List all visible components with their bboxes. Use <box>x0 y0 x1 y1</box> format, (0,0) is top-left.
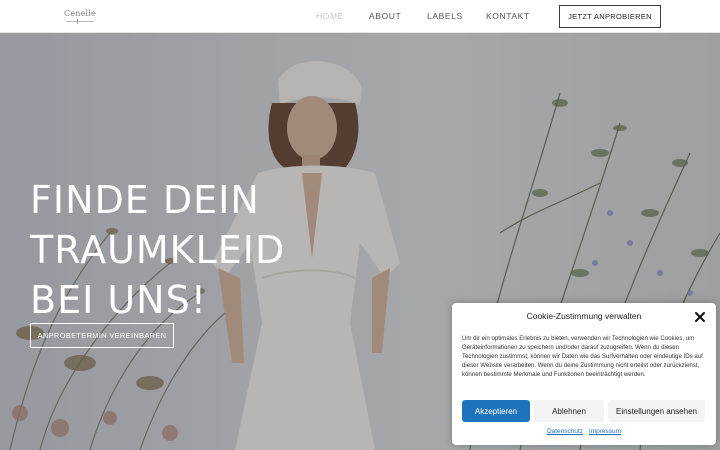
cookie-dialog-title: Cookie-Zustimmung verwalten <box>526 311 642 321</box>
nav-item-home[interactable]: HOME <box>316 11 344 21</box>
site-header: Cenelle HOME ABOUT LABELS KONTAKT JETZT … <box>0 0 720 33</box>
cookie-dialog-links: Datenschutz Impressum <box>452 428 716 435</box>
nav-item-kontakt[interactable]: KONTAKT <box>486 11 530 21</box>
logo-mark <box>66 19 94 24</box>
try-on-button[interactable]: JETZT ANPROBIEREN <box>559 5 661 28</box>
logo-text: Cenelle <box>64 9 96 18</box>
deny-button[interactable]: Ablehnen <box>534 400 604 422</box>
close-icon[interactable] <box>694 311 706 323</box>
nav-item-labels[interactable]: LABELS <box>427 11 463 21</box>
hero-title: FINDE DEIN TRAUMKLEID BEI UNS! <box>30 175 350 325</box>
view-settings-button[interactable]: Einstellungen ansehen <box>608 400 705 422</box>
accept-button[interactable]: Akzeptieren <box>462 400 530 422</box>
privacy-link[interactable]: Datenschutz <box>547 428 583 435</box>
hero-title-line: BEI UNS! <box>30 278 207 322</box>
cookie-dialog-text: Um dir ein optimales Erlebnis zu bieten,… <box>462 335 703 378</box>
site-logo[interactable]: Cenelle <box>64 8 98 26</box>
imprint-link[interactable]: Impressum <box>589 428 621 435</box>
cookie-consent-dialog: Cookie-Zustimmung verwalten Um dir ein o… <box>452 303 716 445</box>
nav-item-about[interactable]: ABOUT <box>369 11 401 21</box>
hero-title-line: TRAUMKLEID <box>30 228 286 272</box>
hero-title-line: FINDE DEIN <box>30 178 260 222</box>
book-appointment-button[interactable]: ANPROBETERMIN VEREINBAREN <box>30 323 174 348</box>
